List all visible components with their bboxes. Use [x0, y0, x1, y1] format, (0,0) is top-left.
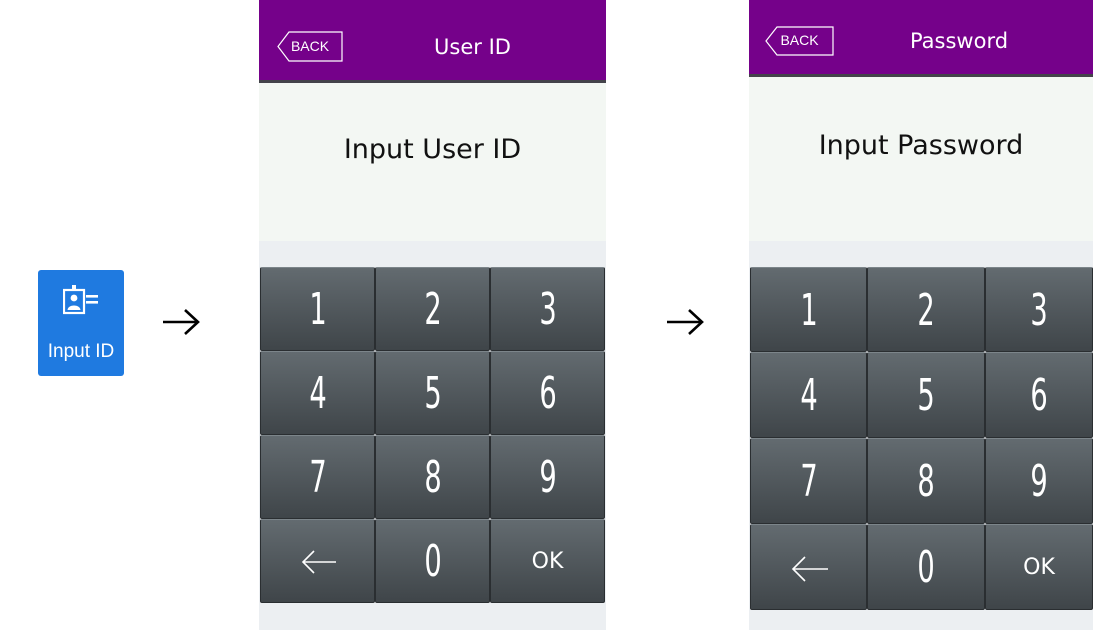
key-7[interactable]: 7: [260, 435, 375, 519]
key-label: 8: [917, 456, 935, 507]
title-bar: BACK User ID: [259, 0, 606, 83]
ok-label: OK: [531, 549, 564, 574]
user-id-screen: BACK User ID Input User ID 1 2 3 4 5 6 7…: [259, 0, 606, 630]
key-label: 7: [308, 452, 327, 503]
prompt-area: Input Password: [749, 77, 1093, 241]
key-label: 0: [423, 536, 442, 587]
key-6[interactable]: 6: [985, 352, 1093, 438]
input-user-id-prompt: Input User ID: [343, 134, 522, 165]
key-0[interactable]: 0: [867, 524, 985, 610]
key-5[interactable]: 5: [375, 351, 490, 435]
prompt-area: Input User ID: [259, 83, 606, 241]
backspace-key[interactable]: [750, 524, 867, 610]
key-8[interactable]: 8: [867, 438, 985, 524]
key-label: 8: [423, 452, 442, 503]
key-8[interactable]: 8: [375, 435, 490, 519]
title-bar: BACK Password: [749, 0, 1093, 77]
keypad: 1 2 3 4 5 6 7 8 9 0 OK: [259, 267, 606, 604]
key-label: 3: [538, 284, 557, 335]
password-screen: BACK Password Input Password 1 2 3 4 5 6…: [749, 0, 1093, 630]
ok-key[interactable]: OK: [985, 524, 1093, 610]
back-label: BACK: [780, 32, 819, 48]
back-button[interactable]: BACK: [765, 26, 834, 56]
key-1[interactable]: 1: [750, 267, 867, 352]
key-label: 1: [308, 284, 327, 335]
key-5[interactable]: 5: [867, 352, 985, 438]
key-0[interactable]: 0: [375, 519, 490, 603]
key-9[interactable]: 9: [490, 435, 605, 519]
backspace-arrow-icon: [791, 556, 828, 582]
key-label: 2: [423, 284, 442, 335]
key-3[interactable]: 3: [985, 267, 1093, 352]
key-6[interactable]: 6: [490, 351, 605, 435]
keypad: 1 2 3 4 5 6 7 8 9 0 OK: [749, 267, 1093, 610]
right-arrow-icon: [667, 309, 704, 335]
key-7[interactable]: 7: [750, 438, 867, 524]
key-label: 6: [538, 368, 557, 419]
key-label: 9: [1030, 456, 1048, 507]
key-label: 4: [799, 370, 818, 421]
right-arrow-icon: [163, 309, 200, 335]
key-label: 0: [917, 542, 935, 593]
key-label: 1: [799, 285, 818, 336]
input-id-tile[interactable]: Input ID: [38, 270, 124, 376]
key-1[interactable]: 1: [260, 267, 375, 351]
key-label: 5: [917, 370, 935, 421]
input-password-prompt: Input Password: [818, 130, 1024, 161]
key-label: 2: [917, 285, 935, 336]
ok-key[interactable]: OK: [490, 519, 605, 603]
back-button[interactable]: BACK: [277, 31, 343, 62]
key-label: 9: [538, 452, 557, 503]
backspace-key[interactable]: [260, 519, 375, 603]
screen-title: Password: [909, 29, 1009, 53]
key-2[interactable]: 2: [375, 267, 490, 351]
key-9[interactable]: 9: [985, 438, 1093, 524]
key-label: 6: [1030, 370, 1048, 421]
key-2[interactable]: 2: [867, 267, 985, 352]
input-id-label: Input ID: [47, 341, 115, 362]
ok-label: OK: [1023, 555, 1055, 580]
backspace-arrow-icon: [301, 550, 336, 574]
back-label: BACK: [290, 38, 330, 54]
key-3[interactable]: 3: [490, 267, 605, 351]
key-label: 7: [799, 456, 818, 507]
key-4[interactable]: 4: [750, 352, 867, 438]
screen-title: User ID: [434, 35, 511, 59]
id-card-icon: [63, 285, 98, 315]
key-label: 5: [423, 368, 442, 419]
key-label: 3: [1030, 285, 1048, 336]
key-4[interactable]: 4: [260, 351, 375, 435]
key-label: 4: [308, 368, 327, 419]
